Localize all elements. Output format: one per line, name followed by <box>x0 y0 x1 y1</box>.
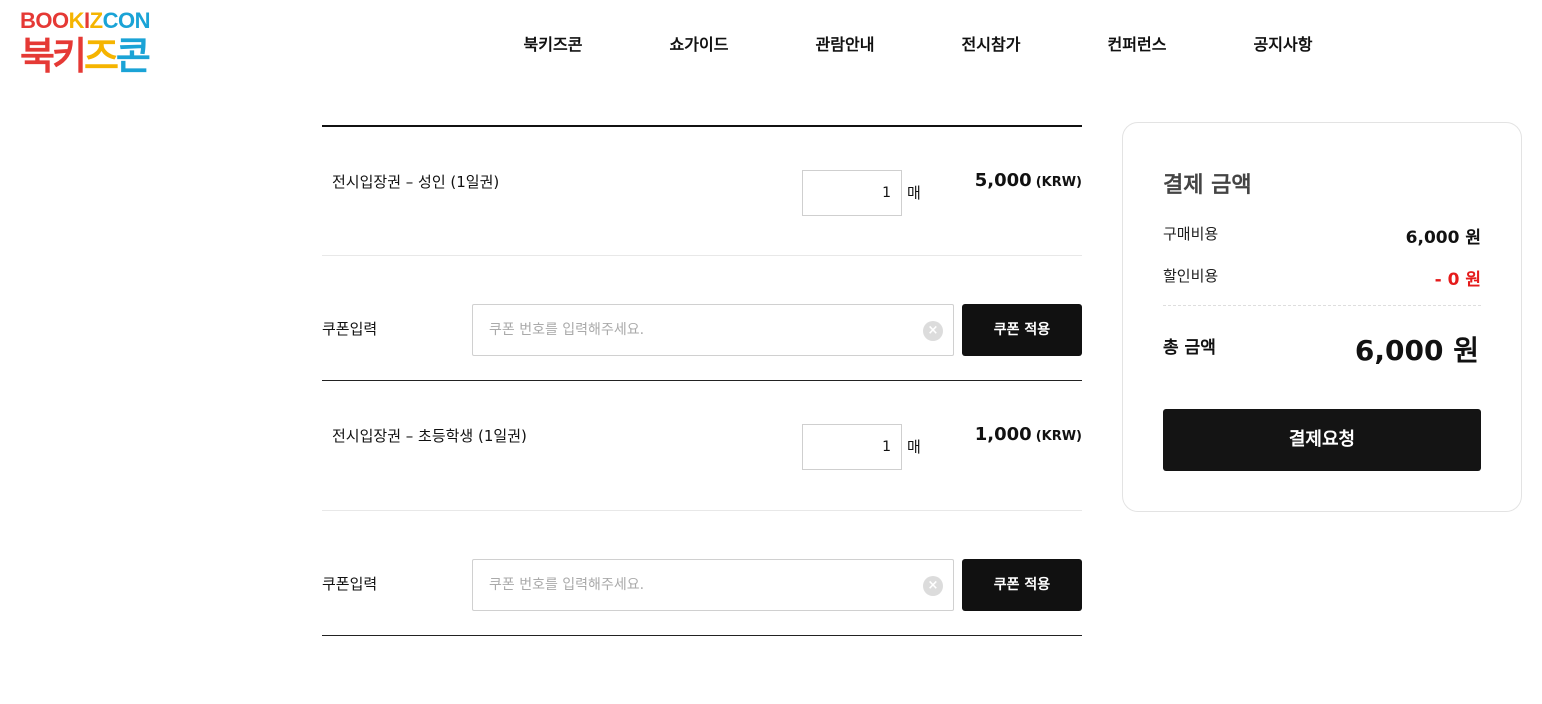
purchase-cost-label: 구매비용 <box>1163 225 1219 243</box>
nav-item-notice[interactable]: 공지사항 <box>1210 32 1356 58</box>
nav-item-bookizcon[interactable]: 북키즈콘 <box>480 32 626 58</box>
coupon-label: 쿠폰입력 <box>322 320 378 338</box>
nav-item-exhibit[interactable]: 전시참가 <box>918 32 1064 58</box>
payment-request-button[interactable]: 결제요청 <box>1163 409 1481 471</box>
purchase-cost-row: 구매비용 6,000 원 <box>1163 223 1481 248</box>
ticket-name: 전시입장권 – 성인 (1일권) <box>332 173 500 191</box>
logo-wordmark-ko: 북키즈콘 <box>20 34 151 78</box>
quantity-unit: 매 <box>907 438 921 456</box>
currency-label: (KRW) <box>1035 175 1082 190</box>
divider <box>322 635 1082 636</box>
discount-cost-row: 할인비용 - 0 원 <box>1163 265 1481 290</box>
quantity-input[interactable]: 1 <box>802 170 902 216</box>
ticket-row-child: 전시입장권 – 초등학생 (1일권) 1 매 1,000 (KRW) <box>322 380 1082 510</box>
ticket-name: 전시입장권 – 초등학생 (1일권) <box>332 427 527 445</box>
ticket-list: 전시입장권 – 성인 (1일권) 1 매 5,000 (KRW) 쿠폰입력 쿠폰 … <box>322 125 1082 636</box>
total-label: 총 금액 <box>1163 338 1216 358</box>
summary-divider <box>1163 305 1481 306</box>
discount-cost-label: 할인비용 <box>1163 267 1219 285</box>
coupon-input[interactable]: 쿠폰 번호를 입력해주세요. × <box>472 559 954 611</box>
logo-wordmark-en: BOOKIZCON <box>20 8 150 33</box>
ticket-row-adult: 전시입장권 – 성인 (1일권) 1 매 5,000 (KRW) <box>322 125 1082 255</box>
apply-coupon-button[interactable]: 쿠폰 적용 <box>962 304 1082 356</box>
nav-item-show-guide[interactable]: 쇼가이드 <box>626 32 772 58</box>
quantity-unit: 매 <box>907 184 921 202</box>
clear-icon[interactable]: × <box>923 576 943 596</box>
coupon-row-child: 쿠폰입력 쿠폰 번호를 입력해주세요. × 쿠폰 적용 <box>322 510 1082 635</box>
main-nav: 북키즈콘 쇼가이드 관람안내 전시참가 컨퍼런스 공지사항 <box>480 32 1360 58</box>
nav-item-conference[interactable]: 컨퍼런스 <box>1064 32 1210 58</box>
coupon-input[interactable]: 쿠폰 번호를 입력해주세요. × <box>472 304 954 356</box>
coupon-placeholder: 쿠폰 번호를 입력해주세요. <box>489 577 645 593</box>
coupon-label: 쿠폰입력 <box>322 575 378 593</box>
currency-label: (KRW) <box>1035 429 1082 444</box>
coupon-row-adult: 쿠폰입력 쿠폰 번호를 입력해주세요. × 쿠폰 적용 <box>322 255 1082 380</box>
total-value: 6,000 원 <box>1354 334 1479 367</box>
ticket-price: 1,000 (KRW) <box>974 424 1082 445</box>
coupon-placeholder: 쿠폰 번호를 입력해주세요. <box>489 322 645 338</box>
purchase-cost-value: 6,000 원 <box>1405 228 1481 248</box>
ticket-price: 5,000 (KRW) <box>974 170 1082 191</box>
summary-title: 결제 금액 <box>1163 173 1252 198</box>
quantity-input[interactable]: 1 <box>802 424 902 470</box>
discount-cost-value: - 0 원 <box>1434 270 1481 290</box>
payment-summary-panel: 결제 금액 구매비용 6,000 원 할인비용 - 0 원 총 금액 6,000… <box>1122 122 1522 512</box>
nav-item-visit-info[interactable]: 관람안내 <box>772 32 918 58</box>
clear-icon[interactable]: × <box>923 321 943 341</box>
site-logo[interactable]: BOOKIZCON 북키즈콘 <box>20 8 180 80</box>
apply-coupon-button[interactable]: 쿠폰 적용 <box>962 559 1082 611</box>
